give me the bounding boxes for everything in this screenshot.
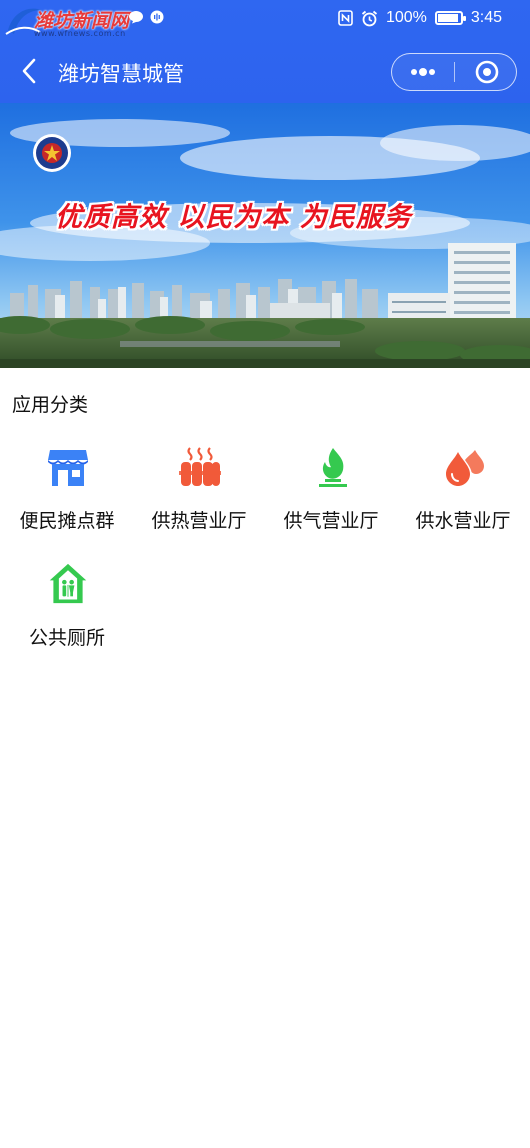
toilet-house-icon bbox=[49, 563, 87, 604]
status-time: 3:45 bbox=[470, 9, 502, 26]
mini-program-capsule bbox=[391, 53, 517, 91]
category-item-heating-hall[interactable]: 供热营业厅 bbox=[133, 446, 265, 556]
target-close-icon bbox=[475, 60, 499, 84]
chevron-left-icon[interactable] bbox=[18, 56, 42, 86]
more-dots-icon bbox=[411, 68, 435, 76]
store-icon bbox=[48, 450, 88, 486]
category-item-vendor-stalls[interactable]: 便民摊点群 bbox=[1, 446, 133, 556]
battery-icon bbox=[434, 11, 466, 25]
category-label: 供水营业厅 bbox=[415, 510, 511, 532]
status-bar: 潍坊新闻网 www.wfnews.com.cn 100% 3:45 bbox=[0, 0, 530, 40]
category-item-public-toilet[interactable]: 公共厕所 bbox=[1, 563, 133, 673]
flame-icon bbox=[319, 448, 347, 487]
section-title: 应用分类 bbox=[12, 394, 89, 416]
radiator-icon bbox=[179, 447, 221, 486]
close-button[interactable] bbox=[455, 54, 515, 89]
navigation-bar: 潍坊智慧城管 bbox=[0, 40, 530, 103]
nfc-icon bbox=[338, 10, 353, 26]
status-right: 100% 3:45 bbox=[338, 9, 502, 27]
category-item-water-hall[interactable]: 供水营业厅 bbox=[397, 446, 529, 556]
app-header: 潍坊新闻网 www.wfnews.com.cn 100% 3:45 潍坊智慧城管 bbox=[0, 0, 530, 103]
category-label: 供热营业厅 bbox=[151, 510, 247, 532]
category-label: 公共厕所 bbox=[28, 627, 105, 649]
police-emblem-icon bbox=[32, 133, 72, 173]
category-item-gas-hall[interactable]: 供气营业厅 bbox=[265, 446, 397, 556]
battery-percent: 100% bbox=[385, 9, 427, 26]
notification-icons bbox=[128, 10, 164, 24]
city-skyline-image bbox=[0, 103, 530, 368]
more-button[interactable] bbox=[392, 54, 454, 89]
alarm-icon bbox=[361, 10, 378, 26]
message-bubble-icon bbox=[129, 11, 143, 24]
water-drop-icon bbox=[446, 450, 484, 486]
voice-message-icon bbox=[150, 10, 164, 24]
page-title: 潍坊智慧城管 bbox=[58, 62, 184, 86]
category-label: 供气营业厅 bbox=[283, 510, 379, 532]
banner-slogan: 优质高效 以民为本 为民服务 bbox=[55, 202, 412, 233]
category-label: 便民摊点群 bbox=[19, 510, 115, 532]
banner-image: 优质高效 以民为本 为民服务 bbox=[0, 103, 530, 368]
watermark-url: www.wfnews.com.cn bbox=[34, 29, 126, 38]
